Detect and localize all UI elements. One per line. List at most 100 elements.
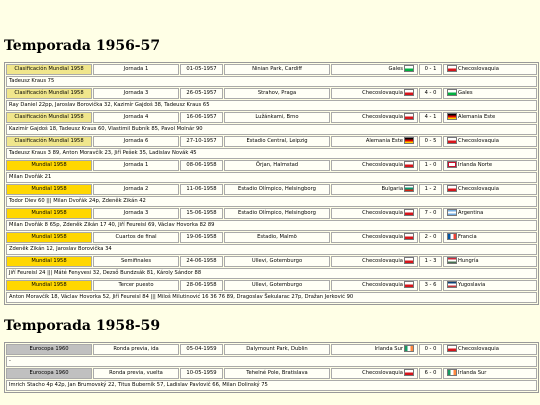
- away-flag-icon: [447, 281, 457, 288]
- competition-cell: Eurocopa 1960: [6, 368, 92, 379]
- competition-cell: Mundial 1958: [6, 280, 92, 291]
- scorers-row: Ray Daniel 22pp, Jaroslav Borovička 32, …: [6, 100, 537, 111]
- away-team-cell: Checoslovaquia: [443, 344, 537, 355]
- competition-cell: Mundial 1958: [6, 232, 92, 243]
- score-cell: 7 - 0: [419, 208, 442, 219]
- home-team-name: Alemania Este: [365, 138, 403, 144]
- scorers-cell: Jiří Feureisl 24 ||| Máté Fenyvesi 32, D…: [6, 268, 537, 279]
- home-team-cell: Checoslovaquia: [331, 232, 418, 243]
- score-cell: 2 - 0: [419, 232, 442, 243]
- score-cell: 1 - 0: [419, 160, 442, 171]
- competition-cell: Mundial 1958: [6, 184, 92, 195]
- away-team-name: Checoslovaquia: [458, 66, 499, 72]
- score-cell: 1 - 3: [419, 256, 442, 267]
- competition-cell: Eurocopa 1960: [6, 344, 92, 355]
- scorers-cell: Todor Diev 60 ||| Milan Dvořák 24p, Zden…: [6, 196, 537, 207]
- away-team-cell: Checoslovaquia: [443, 184, 537, 195]
- scorers-cell: Anton Moravčík 18, Václav Hovorka 52, Ji…: [6, 292, 537, 303]
- scorers-row: Milan Dvořák 8 65p, Zdeněk Zikán 17 40, …: [6, 220, 537, 231]
- venue-cell: Strahov, Praga: [224, 88, 330, 99]
- scorers-cell: Imrich Stacho 4p 42p, Jan Brumovský 22, …: [6, 380, 537, 391]
- match-row: Mundial 1958 Semifinales 24-06-1958 Ullevi,…: [6, 256, 537, 267]
- away-team-cell: Checoslovaquia: [443, 136, 537, 147]
- away-flag-icon: [447, 345, 457, 352]
- away-team-name: Gales: [458, 90, 473, 96]
- scorers-cell: Milan Dvořák 8 65p, Zdeněk Zikán 17 40, …: [6, 220, 537, 231]
- date-cell: 05-04-1959: [180, 344, 223, 355]
- away-flag-icon: [447, 65, 457, 72]
- round-cell: Ronda previa, ida: [93, 344, 179, 355]
- away-team-name: Argentina: [458, 210, 484, 216]
- away-team-name: Checoslovaquia: [458, 138, 499, 144]
- home-team-name: Checoslovaquia: [362, 114, 403, 120]
- date-cell: 08-06-1958: [180, 160, 223, 171]
- away-flag-icon: [447, 233, 457, 240]
- home-team-cell: Gales: [331, 64, 418, 75]
- match-row: Clasificación Mundial 1958 Jornada 6 27-10…: [6, 136, 537, 147]
- round-cell: Jornada 3: [93, 88, 179, 99]
- venue-cell: Ullevi, Gotemburgo: [224, 280, 330, 291]
- round-cell: Jornada 6: [93, 136, 179, 147]
- score-cell: 0 - 0: [419, 344, 442, 355]
- competition-cell: Clasificación Mundial 1958: [6, 64, 92, 75]
- home-flag-icon: [404, 113, 414, 120]
- venue-cell: Ullevi, Gotemburgo: [224, 256, 330, 267]
- home-team-cell: Checoslovaquia: [331, 88, 418, 99]
- home-team-cell: Checoslovaquia: [331, 112, 418, 123]
- away-flag-icon: [447, 89, 457, 96]
- venue-cell: Estadio Olímpico, Helsingborg: [224, 184, 330, 195]
- round-cell: Tercer puesto: [93, 280, 179, 291]
- home-team-name: Checoslovaquia: [362, 282, 403, 288]
- home-team-cell: Checoslovaquia: [331, 368, 418, 379]
- scorers-cell: Kazimír Gajdoš 18, Tadeusz Kraus 60, Vla…: [6, 124, 537, 135]
- score-cell: 1 - 2: [419, 184, 442, 195]
- match-row: Eurocopa 1960 Ronda previa, ida 05-04-1959…: [6, 344, 537, 355]
- home-flag-icon: [404, 185, 414, 192]
- home-flag-icon: [404, 233, 414, 240]
- round-cell: Ronda previa, vuelta: [93, 368, 179, 379]
- home-flag-icon: [404, 137, 414, 144]
- score-cell: 4 - 0: [419, 88, 442, 99]
- venue-cell: Estadio Olímpico, Helsingborg: [224, 208, 330, 219]
- score-cell: 0 - 1: [419, 64, 442, 75]
- home-team-cell: Checoslovaquia: [331, 160, 418, 171]
- home-team-name: Checoslovaquia: [362, 90, 403, 96]
- round-cell: Jornada 2: [93, 184, 179, 195]
- home-team-name: Irlanda Sur: [374, 346, 403, 352]
- home-team-cell: Checoslovaquia: [331, 208, 418, 219]
- away-team-name: Alemania Este: [458, 114, 496, 120]
- scorers-cell: Tadeusz Kraus 3 89, Anton Moravčík 23, J…: [6, 148, 537, 159]
- away-team-name: Hungría: [458, 258, 479, 264]
- home-flag-icon: [404, 209, 414, 216]
- date-cell: 01-05-1957: [180, 64, 223, 75]
- away-team-name: Francia: [458, 234, 477, 240]
- scorers-row: Zdeněk Zikán 12, Jaroslav Borovička 34: [6, 244, 537, 255]
- scorers-row: Milan Dvořák 21: [6, 172, 537, 183]
- venue-cell: Örjan, Halmstad: [224, 160, 330, 171]
- away-team-name: Checoslovaquia: [458, 346, 499, 352]
- home-team-name: Checoslovaquia: [362, 370, 403, 376]
- match-row: Mundial 1958 Cuartos de final 19-06-1958 Es…: [6, 232, 537, 243]
- home-team-cell: Checoslovaquia: [331, 280, 418, 291]
- home-team-cell: Alemania Este: [331, 136, 418, 147]
- score-cell: 6 - 0: [419, 368, 442, 379]
- match-row: Mundial 1958 Tercer puesto 28-06-1958 Ullev…: [6, 280, 537, 291]
- scorers-cell: Milan Dvořák 21: [6, 172, 537, 183]
- away-team-cell: Alemania Este: [443, 112, 537, 123]
- home-team-name: Checoslovaquia: [362, 258, 403, 264]
- match-row: Clasificación Mundial 1958 Jornada 1 01-05…: [6, 64, 537, 75]
- scorers-row: Imrich Stacho 4p 42p, Jan Brumovský 22, …: [6, 380, 537, 391]
- away-team-cell: Irlanda Norte: [443, 160, 537, 171]
- home-team-name: Checoslovaquia: [362, 234, 403, 240]
- competition-cell: Clasificación Mundial 1958: [6, 112, 92, 123]
- competition-cell: Mundial 1958: [6, 208, 92, 219]
- competition-cell: Mundial 1958: [6, 256, 92, 267]
- home-team-cell: Irlanda Sur: [331, 344, 418, 355]
- season-title-1956-57: Temporada 1956-57: [4, 38, 161, 54]
- home-flag-icon: [404, 89, 414, 96]
- away-team-name: Yugoslavia: [458, 282, 486, 288]
- date-cell: 19-06-1958: [180, 232, 223, 243]
- scorers-row: Tadeusz Kraus 3 89, Anton Moravčík 23, J…: [6, 148, 537, 159]
- scorers-row: Kazimír Gajdoš 18, Tadeusz Kraus 60, Vla…: [6, 124, 537, 135]
- score-cell: 0 - 5: [419, 136, 442, 147]
